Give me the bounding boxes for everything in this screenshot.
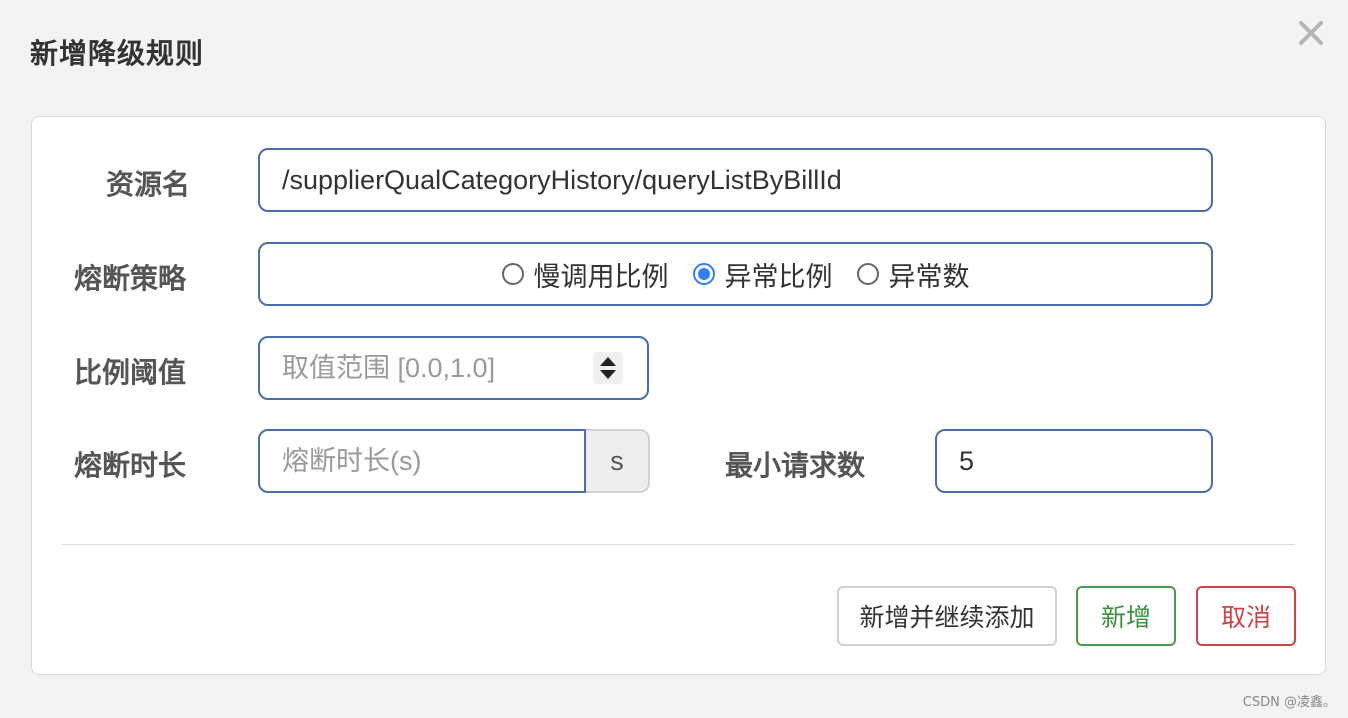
radio-exception-count[interactable]: 异常数 xyxy=(856,255,970,294)
strategy-radio-group: 慢调用比例 异常比例 异常数 xyxy=(260,244,1211,304)
number-spinner[interactable] xyxy=(593,352,623,384)
cancel-button[interactable]: 取消 xyxy=(1196,586,1296,646)
ratio-threshold-input[interactable] xyxy=(260,338,647,398)
min-requests-field[interactable] xyxy=(935,429,1213,493)
add-and-continue-button[interactable]: 新增并继续添加 xyxy=(837,586,1057,646)
divider xyxy=(62,544,1295,545)
watermark: CSDN @凌鑫。 xyxy=(1242,695,1336,710)
radio-label: 异常比例 xyxy=(724,261,833,293)
min-requests-input[interactable] xyxy=(937,431,1211,491)
break-duration-field[interactable] xyxy=(258,429,586,493)
resource-name-label: 资源名 xyxy=(106,168,191,201)
radio-slow-call-ratio[interactable]: 慢调用比例 xyxy=(501,255,669,294)
ratio-threshold-field[interactable] xyxy=(258,336,649,400)
radio-label: 慢调用比例 xyxy=(533,261,669,293)
radio-label: 异常数 xyxy=(888,261,970,293)
dialog-title: 新增降级规则 xyxy=(30,37,205,70)
strategy-radio-box: 慢调用比例 异常比例 异常数 xyxy=(258,242,1213,306)
radio-button-icon[interactable] xyxy=(501,263,524,285)
duration-unit-addon: s xyxy=(586,429,650,493)
spinner-down-icon[interactable] xyxy=(600,370,616,379)
close-icon[interactable] xyxy=(1296,18,1326,48)
radio-exception-ratio[interactable]: 异常比例 xyxy=(692,255,833,294)
radio-button-checked-icon[interactable] xyxy=(692,263,715,285)
radio-button-icon[interactable] xyxy=(856,263,879,285)
min-requests-label: 最小请求数 xyxy=(725,449,866,482)
spinner-up-icon[interactable] xyxy=(600,357,616,366)
resource-name-field[interactable] xyxy=(258,148,1213,212)
add-button[interactable]: 新增 xyxy=(1076,586,1176,646)
break-duration-input[interactable] xyxy=(260,431,584,491)
strategy-label: 熔断策略 xyxy=(74,262,187,295)
break-duration-label: 熔断时长 xyxy=(74,449,187,482)
form-panel: 资源名 熔断策略 慢调用比例 异常比例 异常数 比例阈值 xyxy=(31,116,1326,675)
resource-name-input[interactable] xyxy=(260,150,1211,210)
ratio-threshold-label: 比例阈值 xyxy=(74,356,187,389)
